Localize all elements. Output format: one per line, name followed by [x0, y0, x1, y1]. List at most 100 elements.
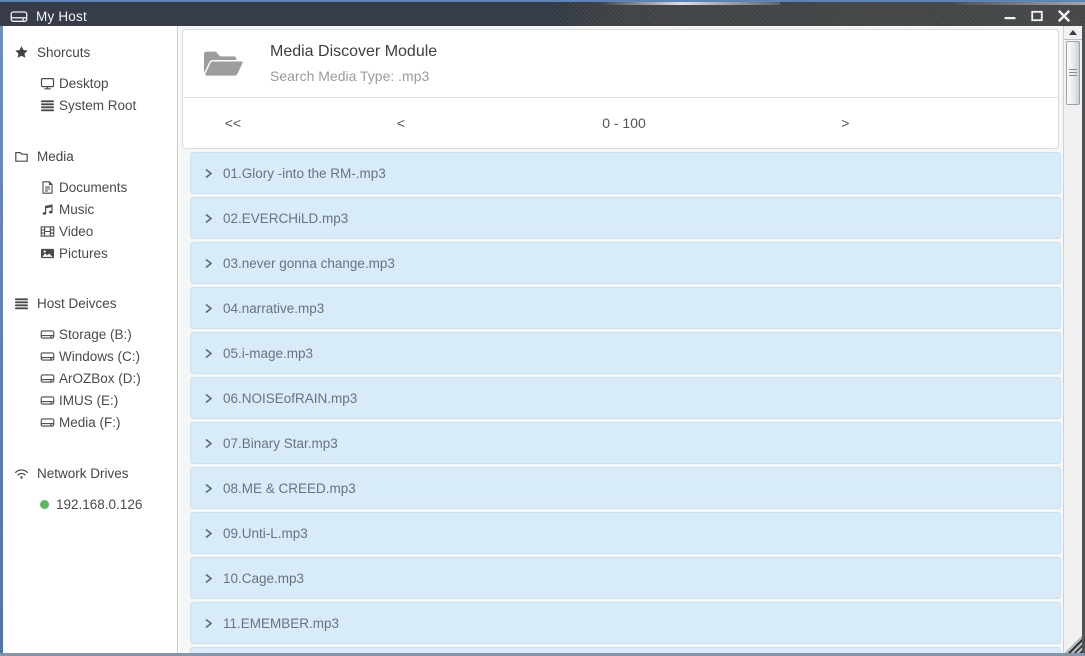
- sidebar-item-label: IMUS (E:): [59, 393, 118, 408]
- hdd-icon: [40, 415, 55, 430]
- app-window: My Host Shorcuts: [0, 0, 1085, 656]
- page-title: Media Discover Module: [270, 43, 437, 61]
- sidebar-item-music[interactable]: Music: [3, 198, 177, 220]
- sidebar-item-label: Media (F:): [59, 415, 121, 430]
- scroll-up-button[interactable]: [1064, 26, 1082, 40]
- page-range-label: 0 - 100: [602, 115, 646, 131]
- music-icon: [40, 202, 55, 217]
- sidebar-item-windows-c[interactable]: Windows (C:): [3, 345, 177, 367]
- titlebar: My Host: [0, 0, 1085, 26]
- file-name: 11.EMEMBER.mp3: [223, 616, 339, 631]
- close-button[interactable]: [1055, 7, 1073, 25]
- sidebar-section-host-devices: Host Deivces Storage (B:): [3, 293, 177, 433]
- list-item[interactable]: 07.Binary Star.mp3: [190, 422, 1061, 464]
- list-item[interactable]: 09.Unti-L.mp3: [190, 512, 1061, 554]
- sidebar-item-label: Pictures: [59, 246, 108, 261]
- chevron-right-icon: [204, 303, 213, 314]
- hdd-icon: [40, 349, 55, 364]
- scroll-thumb[interactable]: [1066, 41, 1080, 105]
- file-name: 06.NOISEofRAIN.mp3: [223, 391, 357, 406]
- sidebar-item-system-root[interactable]: System Root: [3, 94, 177, 116]
- sidebar-section-network-drives: Network Drives 192.168.0.126: [3, 463, 177, 515]
- chevron-right-icon: [204, 168, 213, 179]
- sidebar-item-label: Music: [59, 202, 94, 217]
- prev-page-button[interactable]: <: [397, 115, 405, 131]
- chevron-right-icon: [204, 393, 213, 404]
- window-controls: [1001, 4, 1073, 28]
- hdd-icon: [40, 371, 55, 386]
- wifi-icon: [14, 466, 29, 481]
- scrollbar-track[interactable]: [1063, 26, 1082, 653]
- sidebar-section-label: Network Drives: [37, 466, 129, 481]
- chevron-right-icon: [204, 528, 213, 539]
- file-name: 03.never gonna change.mp3: [223, 256, 395, 271]
- chevron-right-icon: [204, 438, 213, 449]
- chevron-right-icon: [204, 258, 213, 269]
- sidebar: Shorcuts Desktop System: [3, 26, 178, 653]
- sidebar-item-label: Video: [59, 224, 93, 239]
- list-item[interactable]: 04.narrative.mp3: [190, 287, 1061, 329]
- sidebar-item-network-host[interactable]: 192.168.0.126: [3, 493, 177, 515]
- sidebar-item-arozbox-d[interactable]: ArOZBox (D:): [3, 367, 177, 389]
- list-item[interactable]: 02.EVERCHiLD.mp3: [190, 197, 1061, 239]
- next-page-button[interactable]: >: [841, 115, 849, 131]
- main-panel: Media Discover Module Search Media Type:…: [179, 26, 1063, 653]
- sidebar-header-media: Media: [3, 146, 177, 166]
- list-item[interactable]: 03.never gonna change.mp3: [190, 242, 1061, 284]
- chevron-right-icon: [204, 483, 213, 494]
- maximize-button[interactable]: [1028, 7, 1046, 25]
- folder-open-icon: [200, 45, 246, 83]
- list-item[interactable]: 01.Glory -into the RM-.mp3: [190, 152, 1061, 194]
- sidebar-item-label: Storage (B:): [59, 327, 132, 342]
- list-item[interactable]: 10.Cage.mp3: [190, 557, 1061, 599]
- minimize-button[interactable]: [1001, 7, 1019, 25]
- sidebar-section-media: Media Documents: [3, 146, 177, 264]
- hdd-icon: [10, 9, 28, 24]
- sidebar-item-label: Desktop: [59, 76, 109, 91]
- sidebar-item-label: Documents: [59, 180, 127, 195]
- sidebar-item-label: 192.168.0.126: [56, 497, 142, 512]
- sidebar-section-label: Host Deivces: [37, 296, 117, 311]
- window-border-left: [0, 26, 3, 656]
- sidebar-item-desktop[interactable]: Desktop: [3, 72, 177, 94]
- file-name: 08.ME & CREED.mp3: [223, 481, 356, 496]
- star-icon: [14, 45, 29, 60]
- sidebar-item-imus-e[interactable]: IMUS (E:): [3, 389, 177, 411]
- sidebar-item-storage-b[interactable]: Storage (B:): [3, 323, 177, 345]
- file-name: 02.EVERCHiLD.mp3: [223, 211, 348, 226]
- sidebar-section-shortcuts: Shorcuts Desktop System: [3, 42, 177, 116]
- thumb-grip-icon: [1069, 69, 1077, 77]
- folder-icon: [14, 149, 29, 164]
- picture-icon: [40, 246, 55, 261]
- list-item[interactable]: 11.EMEMBER.mp3: [190, 602, 1061, 644]
- sidebar-item-media-f[interactable]: Media (F:): [3, 411, 177, 433]
- sidebar-item-label: ArOZBox (D:): [59, 371, 141, 386]
- file-name: 05.i-mage.mp3: [223, 346, 313, 361]
- module-header-card: Media Discover Module Search Media Type:…: [182, 29, 1059, 149]
- titlebar-wallpaper-highlight: [600, 2, 780, 5]
- sidebar-section-label: Media: [37, 149, 74, 164]
- sidebar-item-documents[interactable]: Documents: [3, 176, 177, 198]
- hdd-icon: [40, 393, 55, 408]
- sidebar-item-pictures[interactable]: Pictures: [3, 242, 177, 264]
- sidebar-header-shortcuts: Shorcuts: [3, 42, 177, 62]
- file-name: 01.Glory -into the RM-.mp3: [223, 166, 386, 181]
- file-name: 04.narrative.mp3: [223, 301, 324, 316]
- chevron-right-icon: [204, 348, 213, 359]
- list-item[interactable]: 08.ME & CREED.mp3: [190, 467, 1061, 509]
- list-item[interactable]: 06.NOISEofRAIN.mp3: [190, 377, 1061, 419]
- hdd-icon: [40, 327, 55, 342]
- triangle-up-icon: [1069, 30, 1077, 35]
- monitor-icon: [40, 76, 55, 91]
- first-page-button[interactable]: <<: [225, 115, 241, 131]
- chevron-right-icon: [204, 213, 213, 224]
- sidebar-header-host-devices: Host Deivces: [3, 293, 177, 313]
- sidebar-item-video[interactable]: Video: [3, 220, 177, 242]
- sidebar-item-label: System Root: [59, 98, 136, 113]
- online-dot-icon: [40, 500, 49, 509]
- film-icon: [40, 224, 55, 239]
- list-item[interactable]: 05.i-mage.mp3: [190, 332, 1061, 374]
- file-name: 07.Binary Star.mp3: [223, 436, 338, 451]
- file-name: 10.Cage.mp3: [223, 571, 304, 586]
- file-name: 09.Unti-L.mp3: [223, 526, 308, 541]
